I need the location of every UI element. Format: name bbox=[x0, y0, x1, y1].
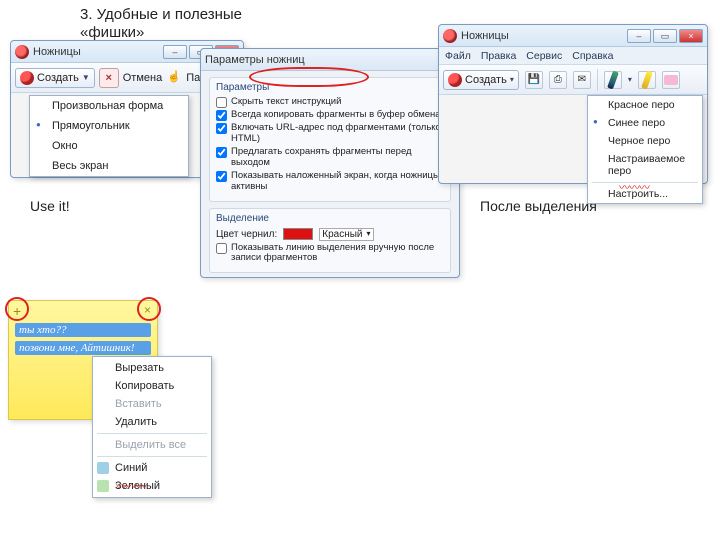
group-selection: Выделение Цвет чернил: Красный Показыват… bbox=[209, 208, 451, 274]
ctx-paste: Вставить bbox=[93, 395, 211, 413]
menu-item-fullscreen[interactable]: Весь экран bbox=[30, 156, 188, 176]
window-title: Ножницы bbox=[33, 46, 163, 58]
chevron-down-icon[interactable]: ▼ bbox=[82, 73, 90, 82]
options-icon[interactable]: ☝ bbox=[166, 70, 182, 86]
create-label: Создать bbox=[465, 74, 507, 86]
scissors-icon bbox=[20, 71, 34, 85]
sticky-note-area: + × ты хто?? позвони мне, Айтишник! Выре… bbox=[8, 300, 238, 490]
ctx-select-all: Выделить все bbox=[93, 436, 211, 454]
create-button[interactable]: Создать ▾ bbox=[443, 70, 519, 90]
checkbox-include-url[interactable]: Включать URL-адрес под фрагментами (толь… bbox=[216, 123, 444, 145]
menu-item-black-pen[interactable]: Черное перо bbox=[588, 132, 702, 150]
titlebar[interactable]: Параметры ножниц bbox=[201, 49, 459, 71]
scissors-icon bbox=[443, 29, 457, 43]
menu-tools[interactable]: Сервис bbox=[526, 50, 562, 62]
minimize-button[interactable]: – bbox=[163, 45, 187, 59]
separator bbox=[97, 433, 207, 434]
ink-color-dropdown[interactable]: Красный bbox=[319, 228, 373, 241]
minimize-button[interactable]: – bbox=[627, 29, 651, 43]
group-selection-title: Выделение bbox=[216, 213, 444, 224]
ctx-delete[interactable]: Удалить bbox=[93, 413, 211, 431]
create-mode-menu: Произвольная форма Прямоугольник Окно Ве… bbox=[29, 95, 189, 177]
group-app: Параметры Скрыть текст инструкций Всегда… bbox=[209, 77, 451, 202]
eraser-button[interactable] bbox=[662, 71, 680, 89]
menu-item-freeform[interactable]: Произвольная форма bbox=[30, 96, 188, 116]
menu-file[interactable]: Файл bbox=[445, 50, 471, 62]
ink-color-label: Цвет чернил: bbox=[216, 229, 277, 240]
menubar: Файл Правка Сервис Справка bbox=[439, 47, 707, 65]
pen-button[interactable] bbox=[604, 71, 622, 89]
create-button[interactable]: Создать ▼ bbox=[15, 68, 95, 88]
separator bbox=[97, 456, 207, 457]
save-icon[interactable]: 💾 bbox=[525, 71, 543, 89]
titlebar[interactable]: Ножницы – ▭ × bbox=[439, 25, 707, 47]
note-line-1[interactable]: ты хто?? bbox=[15, 323, 151, 337]
ctx-color-green[interactable]: Зеленый bbox=[93, 477, 211, 495]
color-swatch-icon bbox=[97, 480, 109, 492]
note-line-2[interactable]: позвони мне, Айтишник! bbox=[15, 341, 151, 355]
copy-icon[interactable]: ⎙ bbox=[549, 71, 567, 89]
slide-title: 3. Удобные и полезные «фишки» bbox=[80, 6, 260, 42]
group-app-title: Параметры bbox=[216, 82, 444, 93]
create-label: Создать bbox=[37, 72, 79, 84]
ctx-color-blue[interactable]: Синий bbox=[93, 459, 211, 477]
ink-color-swatch bbox=[283, 228, 313, 240]
window-title: Параметры ножниц bbox=[205, 54, 455, 66]
eraser-icon bbox=[664, 75, 678, 85]
checkbox-label: Скрыть текст инструкций bbox=[231, 97, 341, 108]
menu-item-custom-pen[interactable]: Настраиваемое перо bbox=[588, 150, 702, 180]
scissors-icon bbox=[448, 73, 462, 87]
checkbox-label: Показывать наложенный экран, когда ножни… bbox=[231, 171, 444, 193]
pen-dropdown-icon[interactable]: ▾ bbox=[628, 75, 632, 84]
caption-after-selection: После выделения bbox=[480, 198, 597, 214]
cancel-icon[interactable]: × bbox=[99, 68, 119, 88]
menu-edit[interactable]: Правка bbox=[481, 50, 516, 62]
checkbox-show-overlay[interactable]: Показывать наложенный экран, когда ножни… bbox=[216, 171, 444, 193]
ctx-copy[interactable]: Копировать bbox=[93, 377, 211, 395]
ctx-label: Синий bbox=[115, 462, 147, 474]
window-title: Ножницы bbox=[461, 30, 627, 42]
toolbar-text-cut: Па bbox=[186, 72, 200, 84]
caption-use-it: Use it! bbox=[30, 198, 70, 214]
checkbox-hide-instructions[interactable]: Скрыть текст инструкций bbox=[216, 97, 444, 108]
annotation-red-circle bbox=[5, 297, 29, 321]
separator bbox=[597, 69, 598, 91]
checkbox-label: Показывать линию выделения вручную после… bbox=[231, 243, 444, 265]
checkbox-label: Предлагать сохранять фрагменты перед вых… bbox=[231, 147, 444, 169]
toolbar: Создать ▾ 💾 ⎙ ✉ ▾ bbox=[439, 65, 707, 95]
checkbox-label: Включать URL-адрес под фрагментами (толь… bbox=[231, 123, 444, 145]
ctx-cut[interactable]: Вырезать bbox=[93, 359, 211, 377]
scissors-icon bbox=[15, 45, 29, 59]
highlighter-icon bbox=[641, 70, 653, 89]
menu-item-rectangle[interactable]: Прямоугольник bbox=[30, 116, 188, 136]
spellcheck-squiggle-icon: 〰〰〰 bbox=[116, 478, 146, 494]
snipping-tool-options-dialog: Параметры ножниц Параметры Скрыть текст … bbox=[200, 48, 460, 278]
menu-item-red-pen[interactable]: Красное перо bbox=[588, 96, 702, 114]
color-swatch-icon bbox=[97, 462, 109, 474]
chevron-down-icon[interactable]: ▾ bbox=[510, 75, 514, 84]
checkbox-prompt-save[interactable]: Предлагать сохранять фрагменты перед вых… bbox=[216, 147, 444, 169]
checkbox-label: Всегда копировать фрагменты в буфер обме… bbox=[231, 110, 441, 121]
pen-icon bbox=[607, 70, 619, 89]
menu-item-blue-pen[interactable]: Синее перо bbox=[588, 114, 702, 132]
context-menu: Вырезать Копировать Вставить Удалить Выд… bbox=[92, 356, 212, 498]
checkbox-show-selection-line[interactable]: Показывать линию выделения вручную после… bbox=[216, 243, 444, 265]
close-button[interactable]: × bbox=[679, 29, 703, 43]
snipping-tool-window-pen-menu: Ножницы – ▭ × Файл Правка Сервис Справка… bbox=[438, 24, 708, 184]
spellcheck-squiggle-icon: 〰〰〰 bbox=[619, 179, 649, 195]
checkbox-always-copy[interactable]: Всегда копировать фрагменты в буфер обме… bbox=[216, 110, 444, 121]
cancel-label: Отмена bbox=[123, 72, 162, 84]
menu-help[interactable]: Справка bbox=[572, 50, 613, 62]
annotation-red-circle bbox=[137, 297, 161, 321]
highlighter-button[interactable] bbox=[638, 71, 656, 89]
mail-icon[interactable]: ✉ bbox=[573, 71, 591, 89]
maximize-button[interactable]: ▭ bbox=[653, 29, 677, 43]
menu-item-window[interactable]: Окно bbox=[30, 136, 188, 156]
